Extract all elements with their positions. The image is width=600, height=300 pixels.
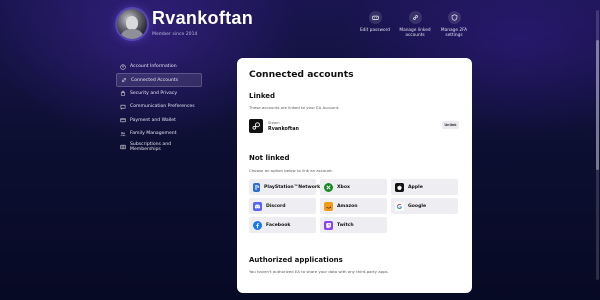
authorized-applications-heading: Authorized applications bbox=[249, 256, 343, 264]
sidebar-item-subscriptions-and-memberships[interactable]: Subscriptions and Memberships bbox=[116, 140, 202, 153]
chat-icon bbox=[120, 104, 126, 110]
link-playstation-button[interactable]: PlayStation™Network bbox=[249, 179, 320, 195]
sidebar-item-account-information[interactable]: Account Information bbox=[116, 60, 202, 73]
lock-icon bbox=[120, 90, 126, 97]
grid-icon bbox=[120, 144, 126, 150]
shield-icon bbox=[447, 11, 461, 24]
twitch-icon bbox=[324, 220, 333, 230]
linked-account-row: Steam Rvankoftan Unlink bbox=[249, 119, 459, 135]
user-icon bbox=[120, 64, 126, 70]
amazon-icon bbox=[324, 201, 333, 211]
link-apple-button[interactable]: Apple bbox=[391, 179, 458, 195]
platform-label: PlayStation™Network bbox=[264, 184, 321, 190]
linked-account-name: Rvankoftan bbox=[268, 127, 299, 132]
linked-platform-label: Steam bbox=[268, 121, 280, 125]
avatar-body bbox=[121, 29, 143, 39]
sidebar-item-label: Connected Accounts bbox=[131, 77, 179, 83]
link-facebook-button[interactable]: Facebook bbox=[249, 217, 316, 233]
sidebar-item-communication-preferences[interactable]: Communication Preferences bbox=[116, 100, 202, 113]
google-icon bbox=[395, 201, 404, 211]
platform-label: Amazon bbox=[337, 203, 358, 209]
sidebar-nav: Account Information Connected Accounts S… bbox=[116, 60, 202, 154]
manage-2fa-label-2: settings bbox=[445, 33, 463, 39]
facebook-icon bbox=[253, 220, 262, 230]
linked-heading: Linked bbox=[249, 92, 276, 100]
link-google-button[interactable]: Google bbox=[391, 198, 458, 214]
sidebar-item-label: Communication Preferences bbox=[130, 104, 195, 110]
apple-icon bbox=[395, 182, 404, 192]
sidebar-item-security-and-privacy[interactable]: Security and Privacy bbox=[116, 87, 202, 100]
link-twitch-button[interactable]: Twitch bbox=[320, 217, 387, 233]
sidebar-item-connected-accounts[interactable]: Connected Accounts bbox=[116, 73, 202, 87]
connected-accounts-card: Connected accounts Linked These accounts… bbox=[237, 58, 472, 293]
linked-description: These accounts are linked to your EA Acc… bbox=[249, 105, 340, 110]
link-icon bbox=[121, 77, 127, 83]
link-amazon-button[interactable]: Amazon bbox=[320, 198, 387, 214]
page-title: Connected accounts bbox=[249, 69, 354, 80]
not-linked-description: Choose an option below to link an accoun… bbox=[249, 168, 334, 173]
platform-label: Facebook bbox=[266, 222, 291, 228]
link-discord-button[interactable]: Discord bbox=[249, 198, 316, 214]
authorized-applications-description: You haven't authorized EA to share your … bbox=[249, 269, 389, 274]
discord-icon bbox=[253, 201, 262, 211]
link-icon bbox=[408, 11, 422, 24]
member-since-label: Member since 2014 bbox=[152, 32, 198, 37]
platform-label: Apple bbox=[408, 184, 423, 190]
platform-label: Xbox bbox=[337, 184, 350, 190]
avatar-face bbox=[126, 16, 138, 30]
playstation-icon bbox=[253, 182, 260, 192]
platform-label: Google bbox=[408, 203, 427, 209]
sidebar-item-family-management[interactable]: Family Management bbox=[116, 127, 202, 140]
unlink-button[interactable]: Unlink bbox=[442, 121, 459, 129]
sidebar-item-label: Account Information bbox=[130, 64, 177, 70]
family-icon bbox=[120, 131, 126, 137]
platform-label: Twitch bbox=[337, 222, 354, 228]
sidebar-item-label: Payment and Wallet bbox=[130, 117, 176, 123]
manage-2fa-button[interactable]: Manage 2FA settings bbox=[431, 11, 477, 39]
sidebar-item-label: Family Management bbox=[130, 131, 177, 137]
sidebar-item-label: Security and Privacy bbox=[130, 90, 178, 96]
link-xbox-button[interactable]: Xbox bbox=[320, 179, 387, 195]
password-icon bbox=[368, 11, 382, 24]
page-scrollbar[interactable] bbox=[596, 10, 599, 280]
profile-username: Rvankoftan bbox=[152, 8, 254, 28]
sidebar-item-payment-and-wallet[interactable]: Payment and Wallet bbox=[116, 114, 202, 127]
scrollbar-thumb[interactable] bbox=[596, 40, 599, 170]
xbox-icon bbox=[324, 182, 333, 192]
avatar bbox=[117, 9, 147, 39]
platform-label: Discord bbox=[266, 203, 286, 209]
steam-icon bbox=[249, 119, 263, 133]
not-linked-heading: Not linked bbox=[249, 154, 290, 162]
card-icon bbox=[120, 117, 126, 123]
sidebar-item-label: Subscriptions and Memberships bbox=[130, 142, 172, 153]
